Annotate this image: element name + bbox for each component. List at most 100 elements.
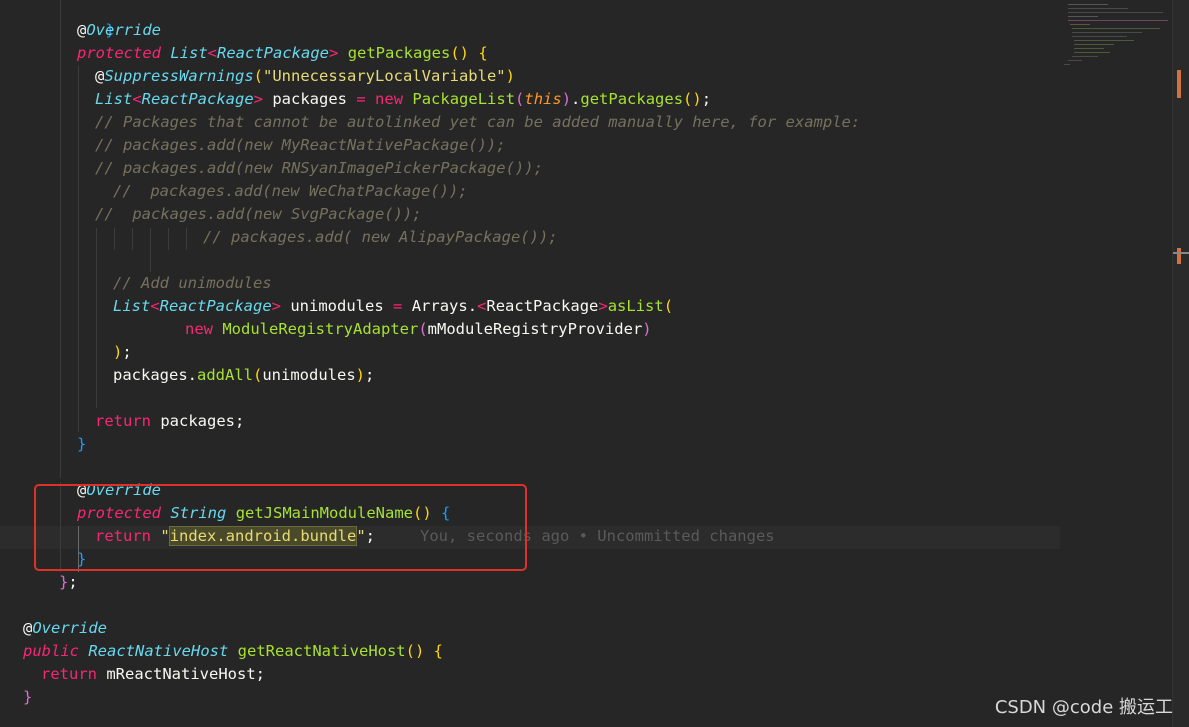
code-line[interactable]: };	[59, 571, 78, 594]
code-comment[interactable]: // Add unimodules	[113, 272, 272, 295]
code-token: return	[41, 665, 97, 683]
minimap-line	[1074, 48, 1104, 49]
code-comment[interactable]: // packages.add(new SvgPackage());	[95, 203, 422, 226]
code-line[interactable]: }	[23, 686, 32, 709]
code-token: .	[187, 366, 197, 384]
code-token: getPackages	[580, 90, 684, 108]
code-token: .	[571, 90, 581, 108]
code-token: ;	[365, 366, 375, 384]
code-token: }	[59, 573, 69, 591]
code-token: .	[467, 297, 478, 315]
code-token: <	[132, 90, 142, 108]
indent-guide	[150, 228, 151, 272]
minimap-line	[1072, 28, 1160, 29]
code-token: getReactNativeHost	[237, 642, 406, 660]
code-token: ReactNativeHost	[88, 642, 229, 660]
minimap-line	[1072, 32, 1142, 33]
minimap-line	[1074, 44, 1114, 45]
code-token: Override	[32, 619, 107, 637]
code-token: public	[23, 642, 79, 660]
code-line[interactable]: @SuppressWarnings("UnnecessaryLocalVaria…	[95, 65, 515, 88]
code-line[interactable]: List<ReactPackage> unimodules = Arrays.<…	[113, 295, 673, 318]
minimap-line	[1068, 20, 1168, 21]
code-comment[interactable]: // packages.add(new RNSyanImagePickerPac…	[95, 157, 543, 180]
minimap-line	[1074, 40, 1134, 41]
minimap-line	[1068, 16, 1098, 17]
code-comment[interactable]: // Packages that cannot be autolinked ye…	[95, 111, 860, 134]
code-line[interactable]: protected List<ReactPackage> getPackages…	[77, 42, 488, 65]
indent-guide	[186, 228, 187, 250]
code-token: ()	[683, 90, 702, 108]
code-token: (	[663, 297, 674, 315]
code-token: ;	[255, 665, 265, 683]
code-token: (	[515, 90, 525, 108]
minimap-line	[1070, 24, 1090, 25]
code-token: <	[477, 297, 487, 315]
code-token: mReactNativeHost	[106, 665, 256, 683]
code-token: asList	[607, 297, 664, 315]
code-token: new	[375, 90, 404, 108]
code-line[interactable]: return packages;	[95, 410, 244, 433]
minimap[interactable]	[1060, 0, 1172, 727]
code-token: ;	[68, 573, 78, 591]
minimap-line	[1068, 4, 1108, 5]
indent-guide	[60, 0, 61, 478]
watermark-text: CSDN @code 搬运工	[994, 697, 1173, 718]
code-token: ;	[235, 412, 245, 430]
vertical-scrollbar[interactable]	[1172, 0, 1189, 727]
indent-guide	[96, 228, 97, 408]
code-token: ReactPackage	[141, 90, 254, 108]
code-line[interactable]: @Override	[23, 617, 107, 640]
code-token: }	[77, 435, 87, 453]
code-token: (	[418, 320, 428, 338]
indent-guide	[78, 66, 79, 432]
scrollbar-position-marker	[1173, 252, 1189, 254]
code-token: ReactPackage	[159, 297, 272, 315]
code-comment[interactable]: // packages.add(new WeChatPackage());	[113, 180, 468, 203]
code-token: addAll	[197, 366, 253, 384]
code-line[interactable]: }	[68, 0, 114, 39]
code-token: unimodules	[290, 297, 384, 315]
code-token: )	[505, 67, 515, 85]
code-token: >	[253, 90, 263, 108]
code-comment[interactable]: // packages.add(new MyReactNativePackage…	[95, 134, 506, 157]
code-token: Override	[86, 21, 161, 39]
code-token: List	[170, 44, 208, 62]
code-line[interactable]: new ModuleRegistryAdapter(mModuleRegistr…	[185, 318, 652, 341]
indent-guide	[168, 228, 169, 250]
code-token: packages	[160, 412, 235, 430]
code-editor[interactable]: } @Override protected List<ReactPackage>…	[0, 0, 1189, 727]
code-token: )	[113, 343, 123, 361]
code-token: "UnnecessaryLocalVariable"	[263, 67, 506, 85]
code-line[interactable]: );	[113, 341, 132, 364]
code-line[interactable]: return mReactNativeHost;	[41, 663, 265, 686]
code-comment[interactable]: // packages.add( new AlipayPackage());	[203, 226, 558, 249]
code-line[interactable]: List<ReactPackage> packages = new Packag…	[95, 88, 711, 111]
code-token: (	[253, 366, 263, 384]
indent-guide	[132, 228, 133, 250]
code-token: ;	[122, 343, 132, 361]
code-line[interactable]: @Override	[77, 19, 161, 42]
code-token: =	[393, 297, 403, 315]
code-token: )	[561, 90, 572, 108]
code-line[interactable]: }	[77, 433, 86, 456]
code-token: PackageList	[412, 90, 516, 108]
code-token: getPackages	[347, 44, 451, 62]
scrollbar-change-marker	[1177, 248, 1181, 264]
code-token: )	[355, 366, 366, 384]
minimap-line	[1064, 64, 1070, 65]
code-token: return	[95, 412, 151, 430]
code-token: unimodules	[262, 366, 356, 384]
code-token: packages	[272, 90, 347, 108]
code-token: @	[95, 67, 105, 85]
code-token: ModuleRegistryAdapter	[222, 320, 419, 338]
code-token: this	[524, 90, 562, 108]
minimap-line	[1068, 8, 1128, 9]
code-token: <	[207, 44, 218, 62]
code-line[interactable]: public ReactNativeHost getReactNativeHos…	[23, 640, 443, 663]
code-token: }	[23, 688, 33, 706]
minimap-line	[1072, 36, 1127, 37]
code-token: packages	[113, 366, 188, 384]
code-token: List	[113, 297, 151, 315]
code-line[interactable]: packages.addAll(unimodules);	[113, 364, 374, 387]
